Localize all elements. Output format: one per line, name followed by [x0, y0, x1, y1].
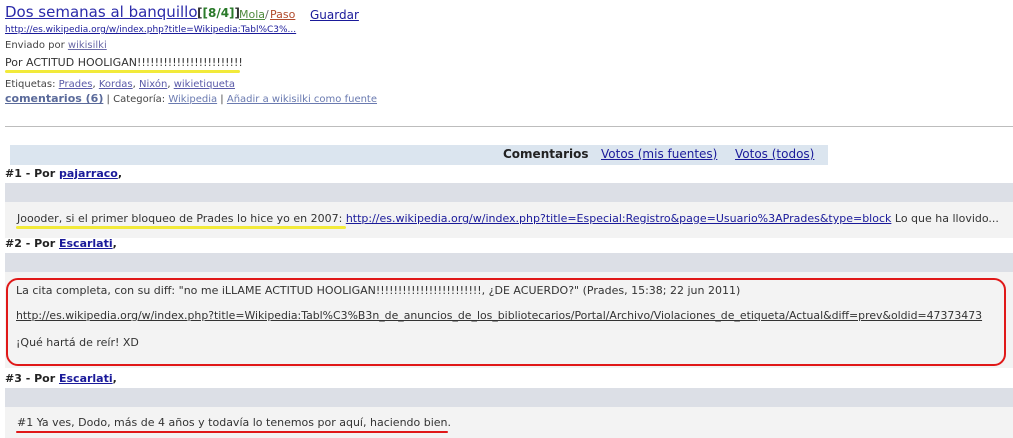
comment-user-2[interactable]: Escarlati [59, 237, 113, 250]
comment-header-3: #3 - Por Escarlati, [5, 372, 117, 385]
yellow-highlight-comment-1 [16, 226, 346, 229]
comment-user-1[interactable]: pajarraco [59, 167, 118, 180]
tab-votos-mis-fuentes[interactable]: Votos (mis fuentes) [601, 147, 717, 161]
story-title[interactable]: Dos semanas al banquillo [5, 3, 198, 21]
comment-prefix-1: #1 - Por [5, 167, 56, 180]
category-label: | Categoría: [106, 94, 166, 105]
tags-label: Etiquetas: [5, 79, 56, 90]
comment-text-1: Joooder, si el primer bloqueo de Prades … [17, 212, 999, 225]
comment-header-1: #1 - Por pajarraco, [5, 167, 123, 180]
mola-link[interactable]: Mola [239, 8, 265, 21]
story-quote: Por ACTITUD HOOLIGAN!!!!!!!!!!!!!!!!!!!!… [5, 56, 243, 69]
comment-text-1-b: Lo que ha llovido... [894, 212, 999, 225]
sent-by: Enviado por wikisilki [5, 40, 107, 51]
tab-votos-todos[interactable]: Votos (todos) [735, 147, 814, 161]
divider [5, 126, 1013, 127]
story-url[interactable]: http://es.wikipedia.org/w/index.php?titl… [5, 25, 296, 35]
add-source-link[interactable]: Añadir a wikisilki como fuente [227, 94, 377, 105]
vote-count: [[8/4]] [197, 6, 241, 20]
comment-text-3: #1 Ya ves, Dodo, más de 4 años y todavía… [17, 416, 452, 429]
category-line: comentarios (6) | Categoría: Wikipedia |… [5, 92, 377, 105]
sent-by-label: Enviado por [5, 40, 65, 51]
red-annotation-box [6, 278, 1006, 366]
category-separator: | [220, 94, 224, 105]
red-underline-comment-3 [16, 431, 448, 433]
comment-strip-3 [5, 388, 1013, 407]
comment-user-3[interactable]: Escarlati [59, 372, 113, 385]
tags-line: Etiquetas: Prades, Kordas, Nixón, wikiet… [5, 79, 235, 90]
tag-nixon[interactable]: Nixón [139, 79, 167, 90]
category-link[interactable]: Wikipedia [168, 94, 217, 105]
comment-prefix-3: #3 - Por [5, 372, 56, 385]
comment-link-1[interactable]: http://es.wikipedia.org/w/index.php?titl… [346, 212, 892, 225]
vote-separator: / [265, 8, 269, 21]
paso-link[interactable]: Paso [270, 8, 295, 21]
comment-strip-1 [5, 183, 1013, 202]
tag-wikietiqueta[interactable]: wikietiqueta [174, 79, 235, 90]
guardar-link[interactable]: Guardar [310, 8, 359, 22]
tag-kordas[interactable]: Kordas [99, 79, 133, 90]
vote-count-text: [8/4] [202, 6, 235, 20]
sent-by-user[interactable]: wikisilki [68, 40, 107, 51]
comment-header-2: #2 - Por Escarlati, [5, 237, 117, 250]
tab-comentarios[interactable]: Comentarios [503, 147, 589, 161]
comment-strip-2 [5, 253, 1013, 272]
comment-prefix-2: #2 - Por [5, 237, 56, 250]
yellow-highlight-quote [5, 70, 240, 73]
comment-text-1-a: Joooder, si el primer bloqueo de Prades … [17, 212, 343, 225]
comments-count-link[interactable]: comentarios (6) [5, 92, 103, 105]
tag-prades[interactable]: Prades [59, 79, 93, 90]
